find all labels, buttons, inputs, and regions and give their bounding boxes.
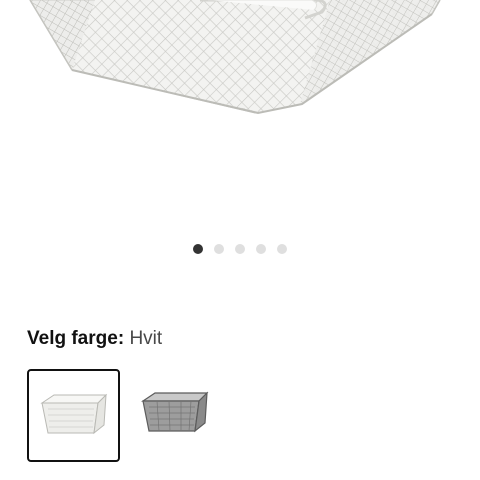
product-image[interactable] (0, 0, 480, 230)
gray-mesh-basket-icon (141, 391, 209, 433)
wire-mesh-basket-icon (29, 0, 441, 115)
color-label-key: Velg farge: (27, 328, 125, 349)
carousel-dot[interactable] (193, 244, 203, 254)
color-selector-label: Velg farge: Hvit (27, 327, 162, 351)
color-swatch-white[interactable] (27, 369, 120, 462)
white-mesh-basket-icon (39, 393, 107, 434)
carousel-pagination (0, 242, 480, 256)
carousel-dot[interactable] (277, 244, 287, 254)
color-swatch-gray[interactable] (130, 369, 220, 459)
carousel-dot[interactable] (214, 244, 224, 254)
carousel-dot[interactable] (235, 244, 245, 254)
color-swatch-list (27, 369, 220, 462)
carousel-dot[interactable] (256, 244, 266, 254)
selected-color-value: Hvit (129, 328, 163, 349)
